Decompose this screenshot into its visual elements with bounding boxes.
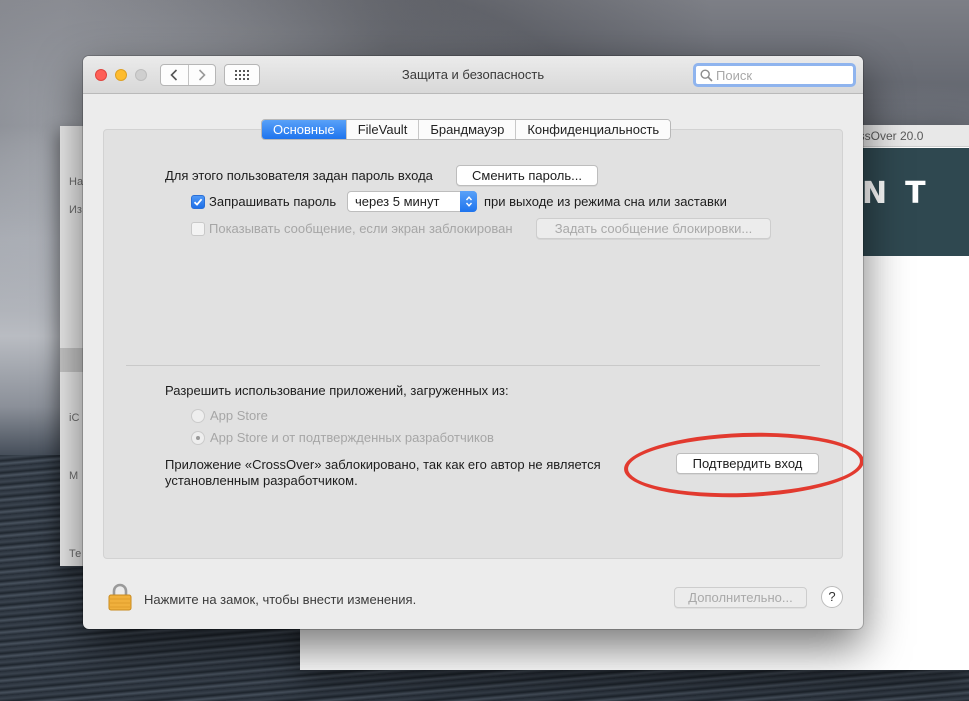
search-placeholder: Поиск [716,68,753,83]
change-password-button[interactable]: Сменить пароль... [456,165,598,186]
section-divider [126,365,820,366]
search-icon [700,69,713,82]
advanced-button[interactable]: Дополнительно... [674,587,807,608]
password-delay-popup[interactable]: через 5 минут [347,191,477,212]
up-down-chevron-icon [465,196,472,207]
sidebar-fragment: iC [69,412,80,424]
require-password-suffix: при выходе из режима сна или заставки [484,194,727,209]
tab-filevault[interactable]: FileVault [345,120,419,139]
help-button[interactable]: ? [821,586,843,608]
sidebar-fragment: Из [69,204,82,216]
tab-general[interactable]: Основные [262,120,346,139]
window-titlebar[interactable]: Защита и безопасность Поиск [83,56,863,94]
show-lock-message-checkbox[interactable] [191,222,205,236]
radio-app-store[interactable] [191,409,205,423]
require-password-label: Запрашивать пароль [209,194,337,209]
preferences-tab-bar: Основные FileVault Брандмауэр Конфиденци… [261,119,672,140]
security-preferences-window: Защита и безопасность Поиск Основные Fil… [83,56,863,629]
set-lock-message-button[interactable]: Задать сообщение блокировки... [536,218,771,239]
tab-privacy[interactable]: Конфиденциальность [515,120,671,139]
lock-icon[interactable] [108,583,132,614]
popup-arrows [460,191,477,212]
search-field[interactable]: Поиск [693,63,856,87]
crossover-banner: NT [848,148,969,256]
sidebar-fragment: Те [69,548,82,560]
password-set-label: Для этого пользователя задан пароль вход… [165,168,433,183]
lock-instruction-text: Нажмите на замок, чтобы внести изменения… [144,592,417,607]
sidebar-fragment: На [69,176,84,188]
crossover-banner-text: NT [862,176,944,211]
checkmark-icon [193,198,203,206]
password-delay-value: через 5 минут [355,194,440,209]
tab-firewall[interactable]: Брандмауэр [418,120,516,139]
blocked-app-message-line1: Приложение «CrossOver» заблокировано, та… [165,457,601,472]
sidebar-fragment: М [69,470,79,482]
radio-app-store-and-identified[interactable] [191,431,205,445]
show-lock-message-label: Показывать сообщение, если экран заблоки… [209,221,513,236]
require-password-checkbox[interactable] [191,195,205,209]
radio-app-store-label: App Store [210,408,268,423]
blocked-app-message-line2: установленным разработчиком. [165,473,358,488]
radio-app-store-and-identified-label: App Store и от подтвержденных разработчи… [210,430,494,445]
allowed-apps-heading: Разрешить использование приложений, загр… [165,383,509,398]
